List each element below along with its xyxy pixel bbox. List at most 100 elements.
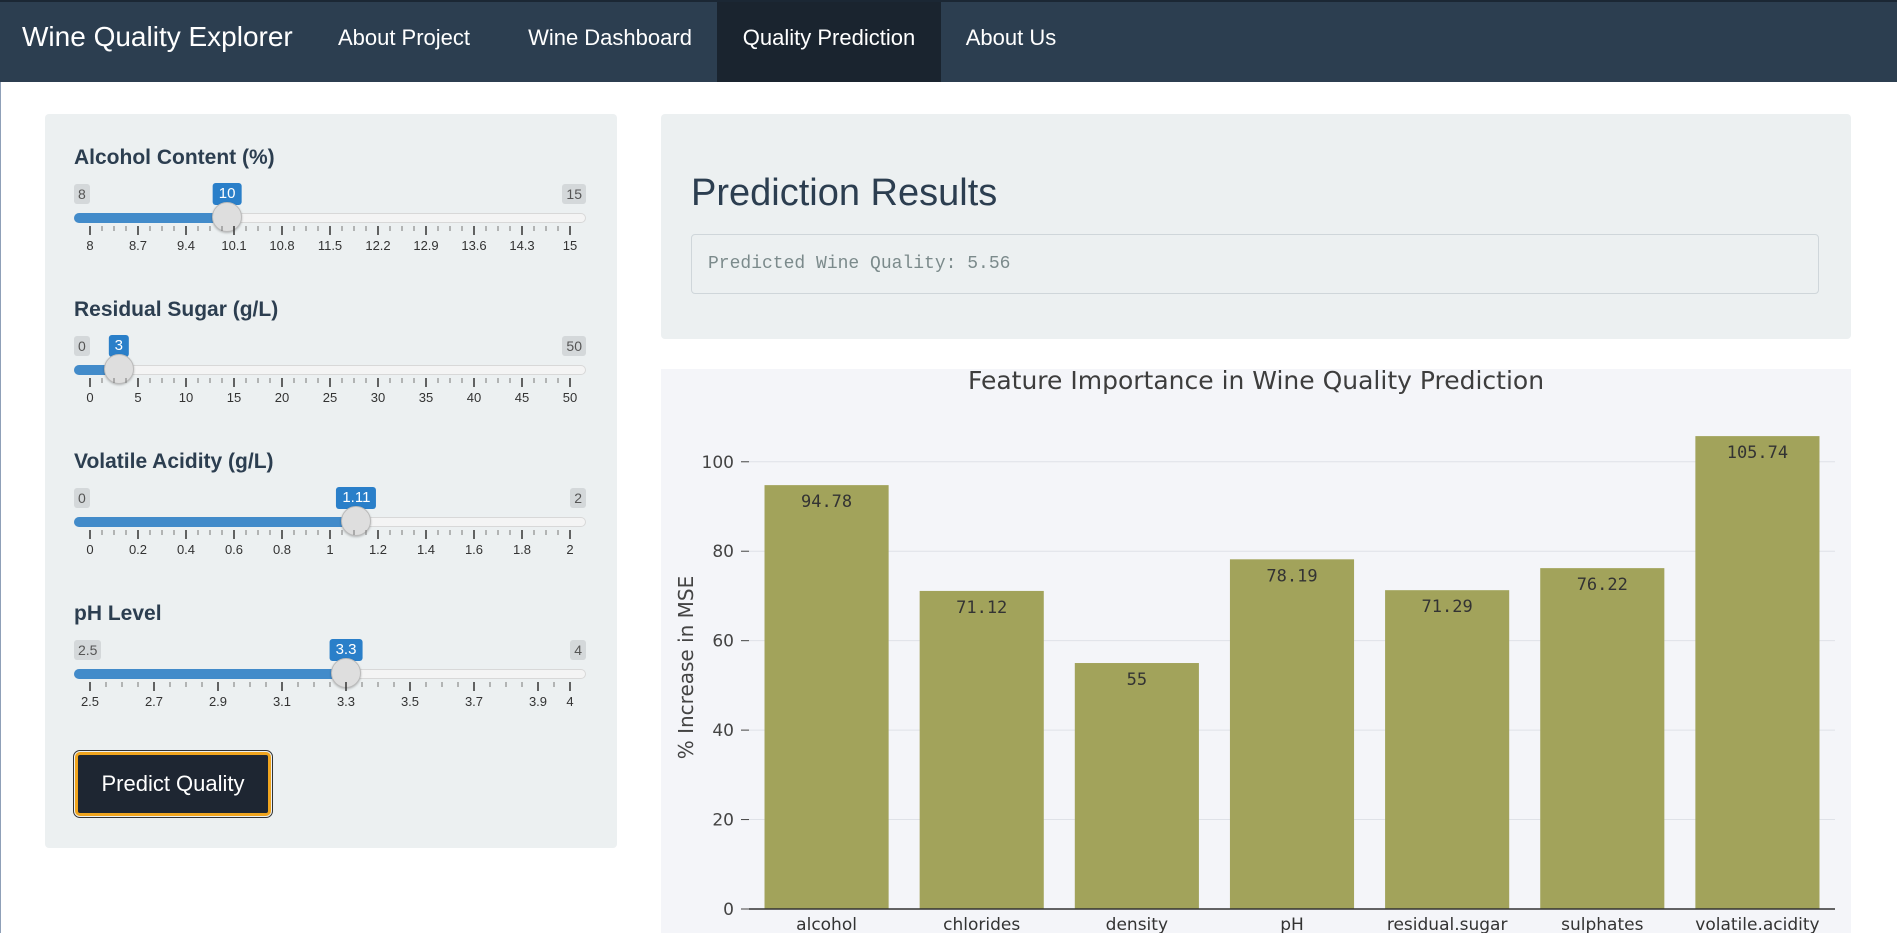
- bar-alcohol[interactable]: [764, 485, 889, 909]
- y-tick-label: 100: [702, 453, 734, 473]
- slider-tick-label: 1: [326, 542, 333, 557]
- slider-max-label: 4: [570, 640, 586, 660]
- slider-tick-label: 1.4: [417, 542, 435, 557]
- slider-tick-label: 45: [515, 390, 529, 405]
- slider-tick-label: 0: [86, 390, 93, 405]
- nav-about-us[interactable]: About Us: [944, 2, 1078, 82]
- bar-value-label: 76.22: [1577, 575, 1628, 595]
- slider-residual-sugar: Residual Sugar (g/L) 0 50 3 0 5 10 15 20 25 30…: [74, 298, 586, 448]
- y-tick-label: 20: [712, 811, 734, 831]
- slider-tick-label: 9.4: [177, 238, 195, 253]
- slider-tick-label: 35: [419, 390, 433, 405]
- nav-about-project[interactable]: About Project: [325, 2, 483, 82]
- slider-tick-label: 0: [86, 542, 93, 557]
- brand-title[interactable]: Wine Quality Explorer: [22, 2, 293, 82]
- slider-min-label: 0: [74, 488, 90, 508]
- slider-tick-label: 13.6: [461, 238, 486, 253]
- slider-tick-label: 8.7: [129, 238, 147, 253]
- slider-tick-label: 3.1: [273, 694, 291, 709]
- slider-tick-label: 12.2: [365, 238, 390, 253]
- slider-tick-label: 2.7: [145, 694, 163, 709]
- slider-tick-label: 10: [179, 390, 193, 405]
- slider-tick-label: 12.9: [413, 238, 438, 253]
- slider-tick-label: 20: [275, 390, 289, 405]
- bar-value-label: 78.19: [1266, 566, 1317, 586]
- slider-max-label: 2: [570, 488, 586, 508]
- slider-tick-label: 15: [563, 238, 577, 253]
- bar-value-label: 94.78: [801, 492, 852, 512]
- bar-value-label: 105.74: [1727, 443, 1788, 463]
- slider-label: Residual Sugar (g/L): [74, 298, 279, 321]
- results-title: Prediction Results: [691, 172, 998, 214]
- slider-volatile-acidity: Volatile Acidity (g/L) 0 2 1.11 0 0.2 0.4 0…: [74, 450, 586, 600]
- x-tick-label: pH: [1280, 915, 1304, 933]
- slider-tick-label: 0.6: [225, 542, 243, 557]
- input-sidebar: Alcohol Content (%) 8 15 10 8 8.7 9.4 10.1 1…: [45, 114, 617, 848]
- slider-max-label: 50: [562, 336, 586, 356]
- slider-tick-label: 8: [86, 238, 93, 253]
- slider-tick-label: 11.5: [318, 238, 342, 253]
- y-tick-label: 80: [712, 542, 734, 562]
- bar-pH[interactable]: [1229, 559, 1355, 909]
- slider-alcohol: Alcohol Content (%) 8 15 10 8 8.7 9.4 10.1 1…: [74, 146, 586, 296]
- slider-tick-label: 3.5: [401, 694, 419, 709]
- y-tick-label: 60: [712, 632, 734, 652]
- slider-ticks: 2.5 2.7 2.9 3.1 3.3 3.5 3.7 3.9 4: [81, 682, 574, 709]
- slider-max-label: 15: [562, 184, 586, 204]
- chart-title: Feature Importance in Wine Quality Predi…: [968, 369, 1544, 395]
- feature-importance-chart: Feature Importance in Wine Quality Predi…: [661, 369, 1851, 933]
- slider-ticks: 8 8.7 9.4 10.1 10.8 11.5 12.2 12.9 13.6 14.3 15: [86, 226, 577, 253]
- prediction-output: Predicted Wine Quality: 5.56: [691, 234, 1819, 294]
- bar-volatile.acidity[interactable]: [1695, 436, 1820, 909]
- slider-tick-label: 0.4: [177, 542, 195, 557]
- slider-fill: [74, 517, 357, 527]
- slider-tick-label: 10.8: [269, 238, 294, 253]
- slider-label: pH Level: [74, 602, 162, 625]
- slider-tick-label: 3.7: [465, 694, 483, 709]
- x-tick-label: density: [1106, 915, 1168, 933]
- slider-tick-label: 0.2: [129, 542, 147, 557]
- slider-min-label: 8: [74, 184, 90, 204]
- slider-track[interactable]: [74, 365, 586, 375]
- slider-tick-label: 30: [371, 390, 385, 405]
- bar-value-label: 71.12: [956, 598, 1007, 618]
- slider-min-label: 0: [74, 336, 90, 356]
- slider-ticks: 0 0.2 0.4 0.6 0.8 1 1.2 1.4 1.6 1.8 2: [86, 530, 574, 557]
- page-border: [0, 82, 1, 933]
- slider-tick-label: 50: [563, 390, 577, 405]
- slider-tick-label: 5: [134, 390, 141, 405]
- slider-fill: [74, 213, 228, 223]
- x-tick-label: residual.sugar: [1387, 915, 1508, 933]
- bar-density[interactable]: [1074, 663, 1199, 909]
- slider-tick-label: 3.3: [337, 694, 355, 709]
- bar-residual.sugar[interactable]: [1385, 590, 1510, 909]
- slider-tick-label: 14.3: [509, 238, 534, 253]
- nav-wine-dashboard[interactable]: Wine Dashboard: [507, 2, 713, 82]
- slider-tick-label: 4: [566, 694, 573, 709]
- x-tick-label: sulphates: [1561, 915, 1643, 933]
- predict-quality-button[interactable]: Predict Quality: [73, 750, 273, 818]
- y-axis-label: % Increase in MSE: [674, 576, 698, 760]
- x-tick-label: chlorides: [943, 915, 1020, 933]
- slider-ticks: 0 5 10 15 20 25 30 35 40 45 50: [86, 378, 577, 405]
- slider-tick-label: 2: [566, 542, 573, 557]
- nav-quality-prediction[interactable]: Quality Prediction: [717, 2, 941, 82]
- x-tick-label: volatile.acidity: [1695, 915, 1819, 933]
- x-tick-label: alcohol: [796, 915, 857, 933]
- y-tick-label: 0: [723, 900, 734, 920]
- bar-value-label: 55: [1127, 670, 1147, 690]
- slider-tick-label: 1.8: [513, 542, 531, 557]
- slider-tick-label: 25: [323, 390, 337, 405]
- bar-chlorides[interactable]: [919, 590, 1044, 909]
- bar-value-label: 71.29: [1422, 597, 1473, 617]
- slider-tick-label: 1.6: [465, 542, 483, 557]
- slider-ph-level: pH Level 2.5 4 3.3 2.5 2.7 2.9 3.1 3.3 3.5 3.7…: [74, 602, 586, 752]
- slider-tick-label: 40: [467, 390, 481, 405]
- slider-tick-label: 2.9: [209, 694, 227, 709]
- chart-svg: Feature Importance in Wine Quality Predi…: [674, 369, 1835, 933]
- y-tick-label: 40: [712, 721, 734, 741]
- navbar: Wine Quality Explorer About Project Wine…: [0, 0, 1897, 82]
- slider-min-label: 2.5: [74, 640, 102, 660]
- slider-tick-label: 3.9: [529, 694, 547, 709]
- bar-sulphates[interactable]: [1540, 568, 1665, 909]
